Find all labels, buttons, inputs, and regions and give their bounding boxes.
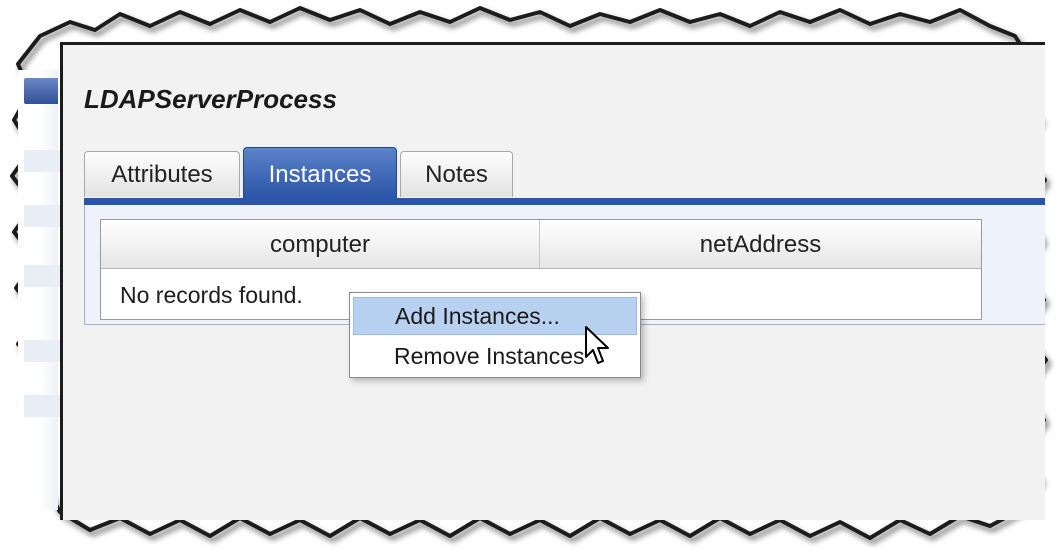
background-window-header <box>24 78 58 104</box>
table-header: computer netAddress <box>101 220 981 269</box>
background-window-edge <box>18 70 58 510</box>
tab-instances[interactable]: Instances <box>243 147 397 199</box>
tab-attributes[interactable]: Attributes <box>84 151 240 197</box>
tab-notes[interactable]: Notes <box>400 151 513 197</box>
mouse-pointer-icon <box>585 326 609 364</box>
page-title: LDAPServerProcess <box>84 84 337 114</box>
background-row <box>24 265 60 287</box>
background-row <box>24 150 60 172</box>
column-header-computer[interactable]: computer <box>101 220 539 268</box>
background-row <box>24 395 60 417</box>
tab-underline <box>84 198 1045 205</box>
empty-table-message: No records found. <box>120 282 303 308</box>
background-row <box>24 205 60 227</box>
background-row <box>24 340 60 362</box>
column-header-netaddress[interactable]: netAddress <box>540 220 981 268</box>
